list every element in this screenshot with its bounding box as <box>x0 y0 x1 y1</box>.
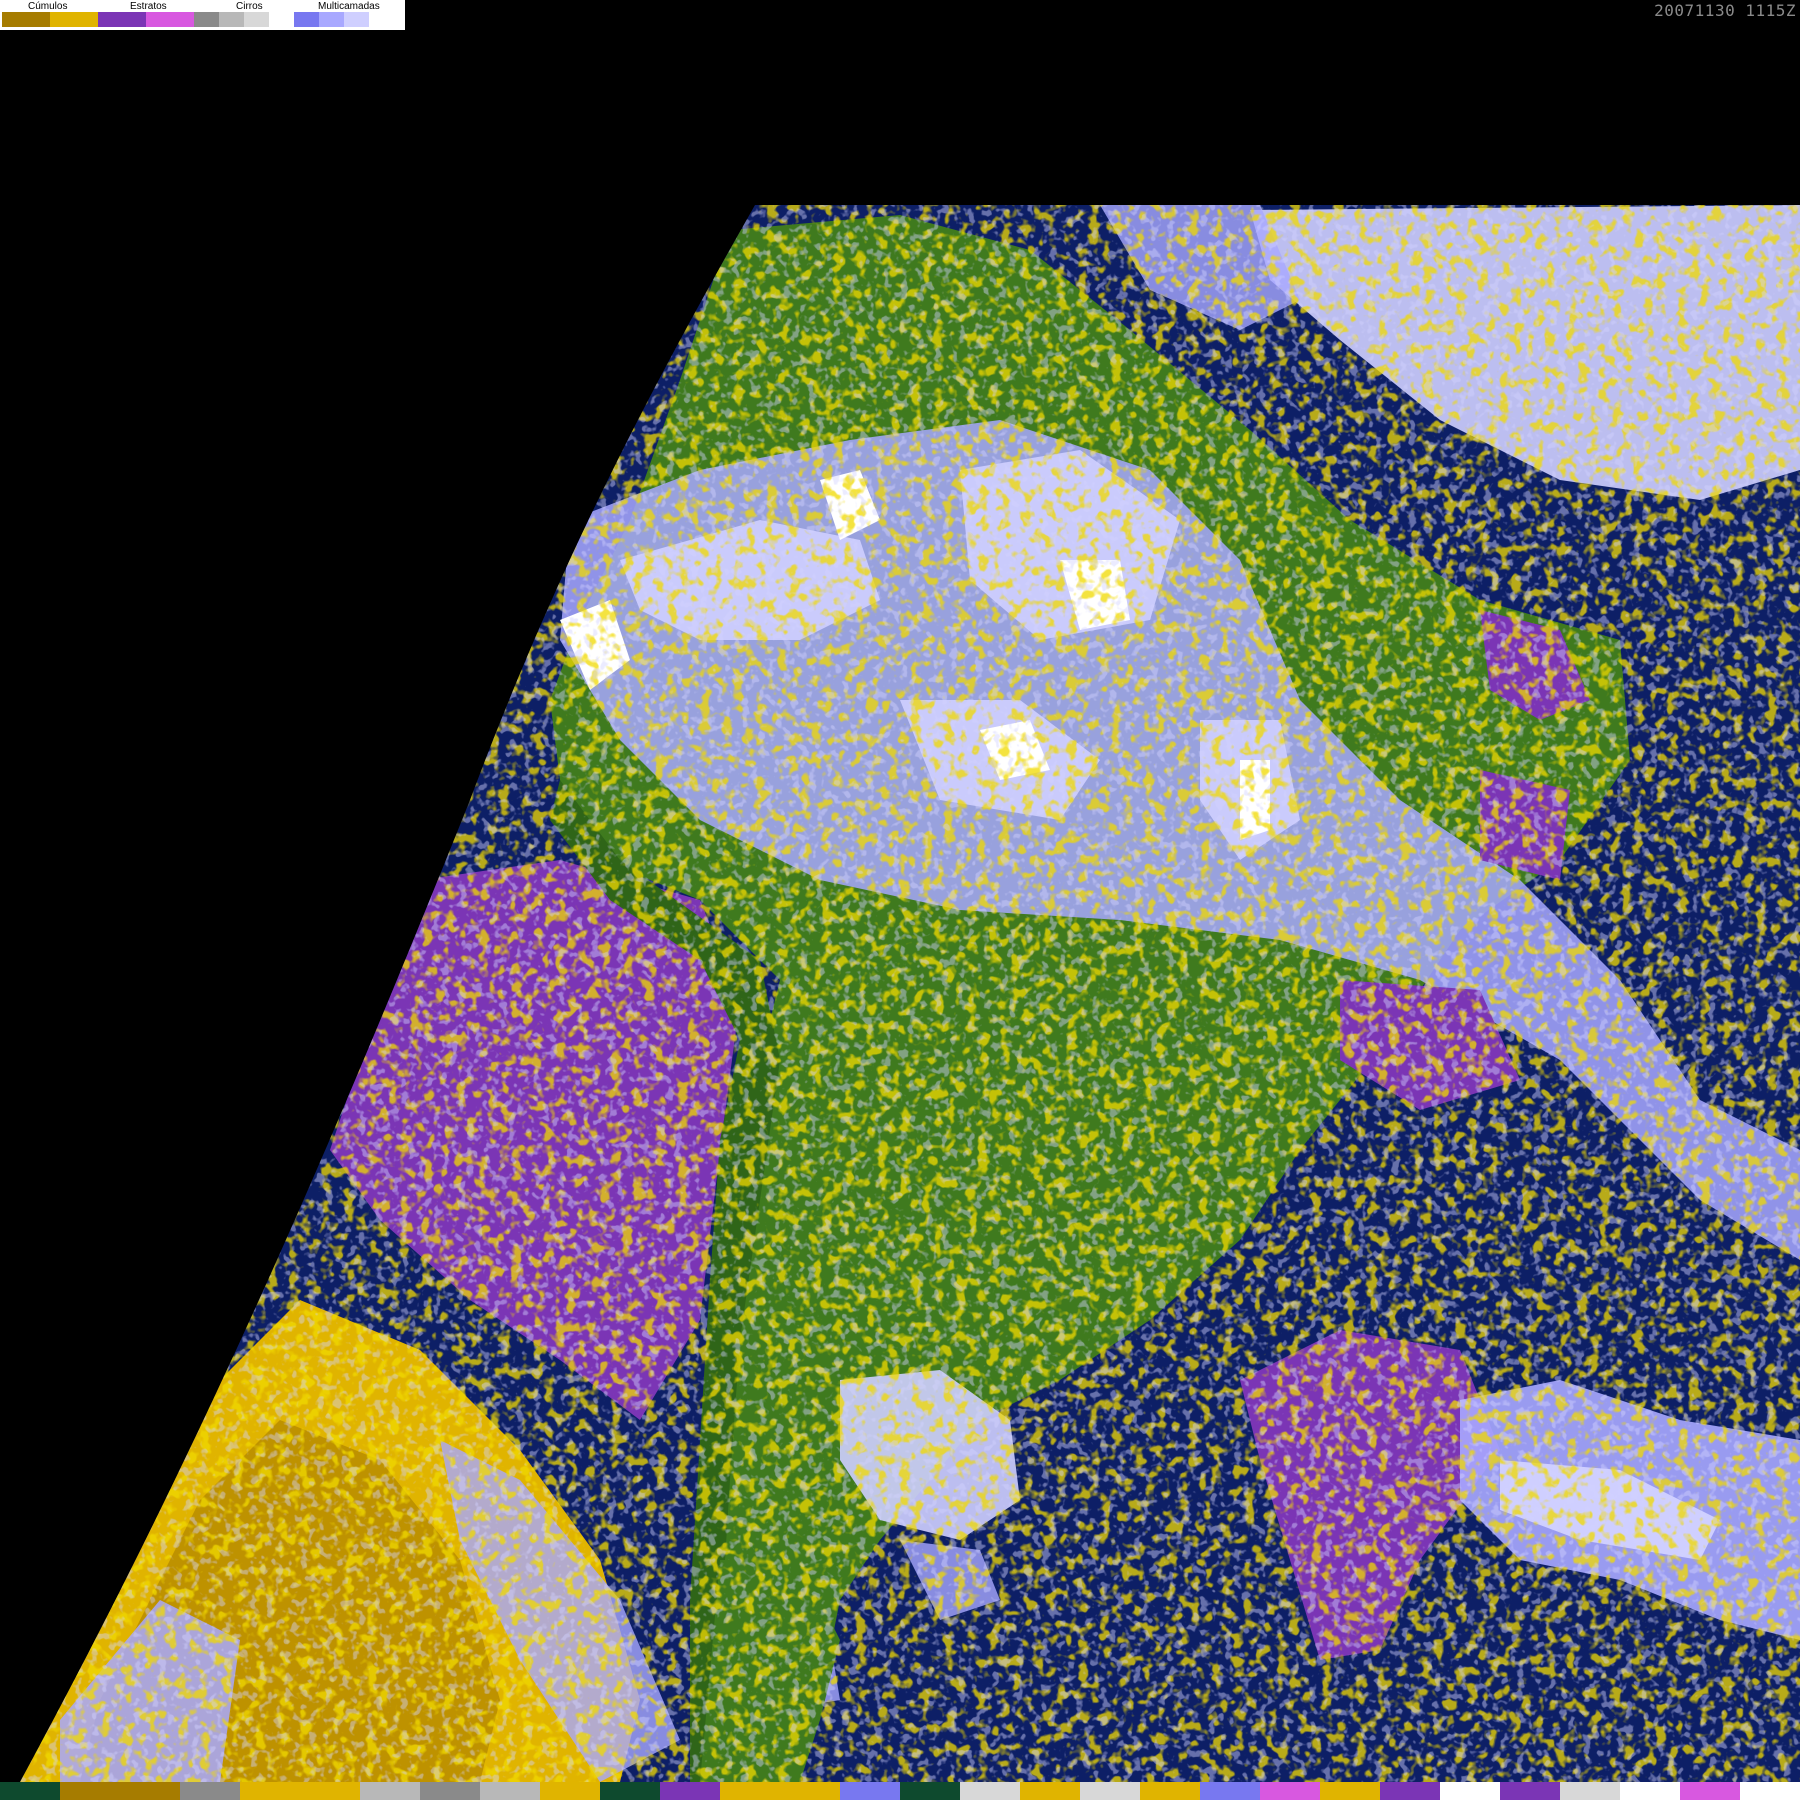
timestamp: 20071130 1115Z <box>1654 1 1796 20</box>
legend-swatch <box>98 12 146 27</box>
legend-swatches <box>2 12 394 27</box>
strip-cell <box>840 1782 900 1800</box>
strip-cell <box>360 1782 420 1800</box>
strip-cell <box>1380 1782 1440 1800</box>
strip-cell <box>1740 1782 1800 1800</box>
strip-cell <box>1140 1782 1200 1800</box>
legend-label-cumulus: Cúmulos <box>28 1 68 12</box>
strip-cell <box>1020 1782 1080 1800</box>
strip-cell <box>1260 1782 1320 1800</box>
strip-cell <box>480 1782 540 1800</box>
cloud-type-legend: Cúmulos Estratos Cirros Multicamadas <box>0 0 405 30</box>
legend-swatch <box>369 12 394 27</box>
legend-swatch <box>244 12 269 27</box>
strip-cell <box>1620 1782 1680 1800</box>
strip-cell <box>0 1782 60 1800</box>
legend-swatch <box>146 12 194 27</box>
legend-swatch <box>344 12 369 27</box>
legend-swatch <box>269 12 294 27</box>
strip-cell <box>1500 1782 1560 1800</box>
legend-swatch <box>319 12 344 27</box>
strip-cell <box>540 1782 600 1800</box>
strip-cell <box>900 1782 960 1800</box>
strip-cell <box>1560 1782 1620 1800</box>
strip-cell <box>1080 1782 1140 1800</box>
strip-cell <box>780 1782 840 1800</box>
strip-cell <box>960 1782 1020 1800</box>
strip-cell <box>180 1782 240 1800</box>
strip-cell <box>300 1782 360 1800</box>
bottom-color-strip <box>0 1782 1800 1800</box>
strip-cell <box>720 1782 780 1800</box>
satellite-cloud-classification-map <box>0 0 1800 1800</box>
strip-cell <box>600 1782 660 1800</box>
legend-swatch <box>194 12 219 27</box>
strip-cell <box>660 1782 720 1800</box>
strip-cell <box>120 1782 180 1800</box>
legend-swatch <box>2 12 50 27</box>
legend-label-stratus: Estratos <box>130 1 167 12</box>
legend-swatch <box>294 12 319 27</box>
strip-cell <box>1320 1782 1380 1800</box>
strip-cell <box>60 1782 120 1800</box>
strip-cell <box>420 1782 480 1800</box>
strip-cell <box>1440 1782 1500 1800</box>
legend-swatch <box>219 12 244 27</box>
strip-cell <box>1680 1782 1740 1800</box>
legend-label-multilayer: Multicamadas <box>318 1 380 12</box>
strip-cell <box>1200 1782 1260 1800</box>
strip-cell <box>240 1782 300 1800</box>
legend-swatch <box>50 12 98 27</box>
legend-label-cirrus: Cirros <box>236 1 263 12</box>
